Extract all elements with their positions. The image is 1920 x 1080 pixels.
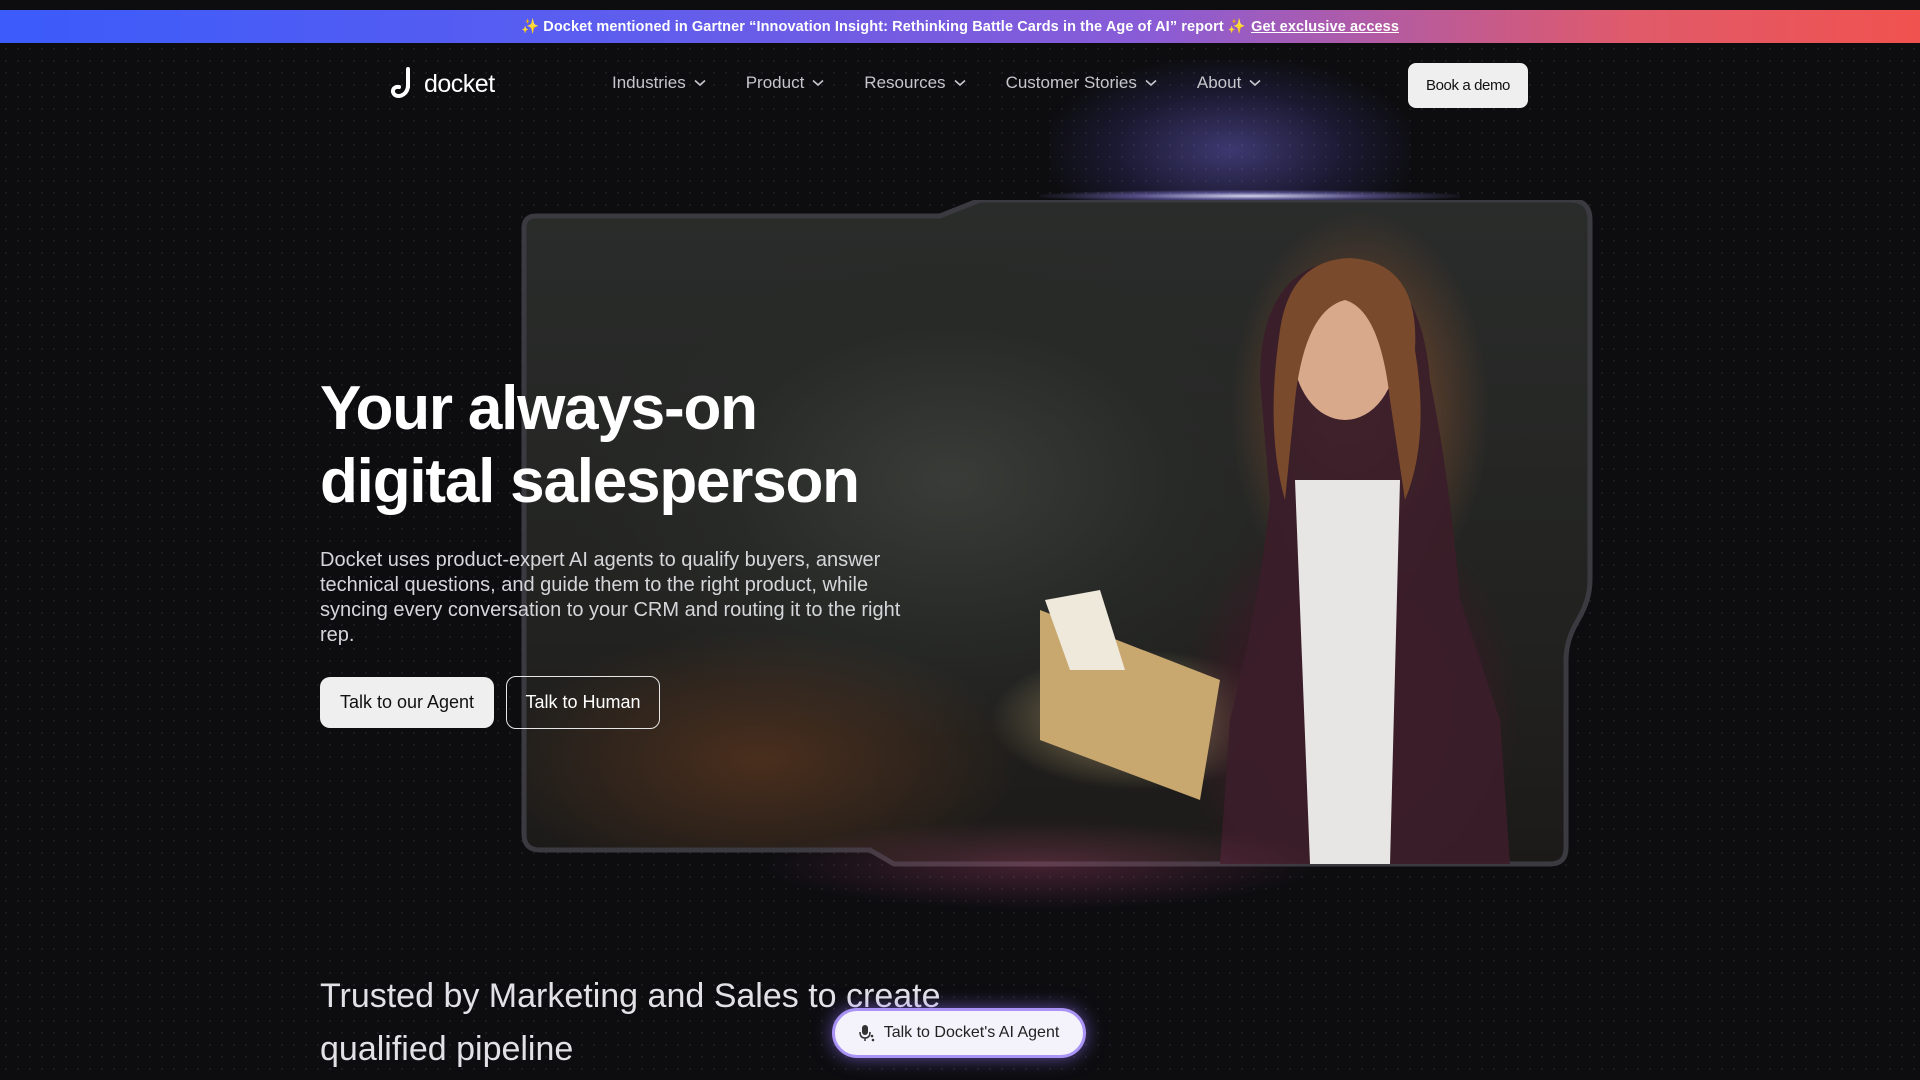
menu-industries[interactable]: Industries [612,73,706,93]
hero-image-frame [500,200,1610,870]
menu-product[interactable]: Product [746,73,825,93]
docket-logo-icon [390,67,410,98]
microphone-icon [858,1025,875,1042]
headline-line-1: Your always-on [320,374,758,443]
chevron-down-icon [1145,79,1157,87]
talk-to-agent-button[interactable]: Talk to our Agent [320,677,494,728]
chevron-down-icon [694,79,706,87]
announcement-banner: ✨ Docket mentioned in Gartner “Innovatio… [0,10,1920,43]
menu-label: Customer Stories [1005,73,1137,92]
book-demo-button[interactable]: Book a demo [1408,63,1528,108]
logo-text: docket [424,69,495,98]
woman-figure [1040,258,1510,864]
menu-label: Product [745,73,805,92]
menu-customer-stories[interactable]: Customer Stories [1006,73,1157,93]
menu-label: Industries [612,73,686,92]
headline-line-2: digital salesperson [320,447,860,516]
logo[interactable]: docket [390,67,495,101]
menu-resources[interactable]: Resources [864,73,966,93]
banner-text: ✨ Docket mentioned in Gartner “Innovatio… [521,19,1247,35]
chevron-down-icon [954,79,966,87]
talk-to-human-button[interactable]: Talk to Human [506,676,660,729]
chevron-down-icon [1249,79,1261,87]
hero-headline: Your always-on digital salesperson [320,372,1020,518]
chevron-down-icon [812,79,824,87]
top-navigation: docket Industries Product Resources Cust… [0,43,1920,128]
menu-label: Resources [864,73,946,92]
banner-link[interactable]: Get exclusive access [1251,19,1399,35]
main-menu: Industries Product Resources Customer St… [612,73,1261,93]
ai-agent-widget-button[interactable]: Talk to Docket's AI Agent [832,1008,1086,1058]
hero-subcopy: Docket uses product-expert AI agents to … [320,549,901,646]
agent-widget-label: Talk to Docket's AI Agent [883,1024,1060,1041]
menu-about[interactable]: About [1197,73,1261,93]
menu-label: About [1196,73,1242,92]
hero-frame-outline [521,200,1593,867]
top-strip [0,0,1920,10]
